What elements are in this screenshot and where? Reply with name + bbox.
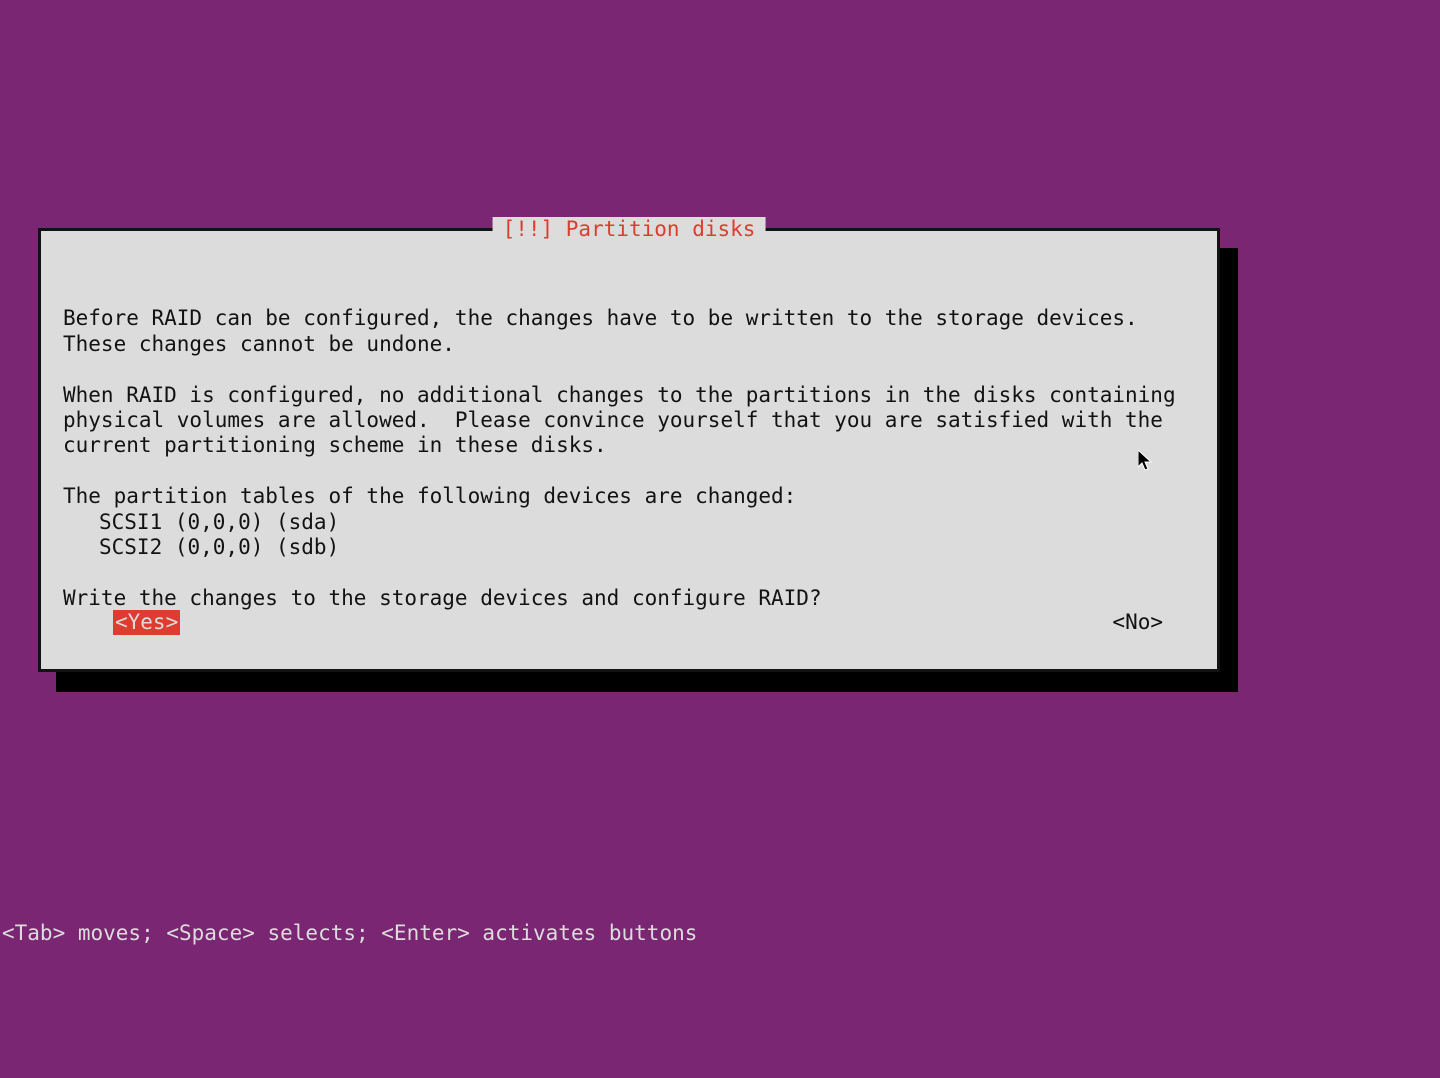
dialog-title-wrap: [!!] Partition disks bbox=[493, 217, 766, 242]
dialog-body: Before RAID can be configured, the chang… bbox=[63, 281, 1195, 637]
dialog-title-bang: [!!] bbox=[503, 217, 566, 241]
partition-disks-dialog: [!!] Partition disks Before RAID can be … bbox=[38, 228, 1220, 672]
dialog-button-row: <Yes> <No> bbox=[63, 610, 1195, 635]
key-hint-bar: <Tab> moves; <Space> selects; <Enter> ac… bbox=[0, 921, 1440, 946]
no-button[interactable]: <No> bbox=[1112, 610, 1163, 635]
yes-button[interactable]: <Yes> bbox=[113, 610, 180, 635]
dialog-paragraph-2: When RAID is configured, no additional c… bbox=[63, 383, 1188, 458]
dialog-paragraph-1: Before RAID can be configured, the chang… bbox=[63, 306, 1150, 355]
dialog-question: Write the changes to the storage devices… bbox=[63, 586, 822, 610]
changed-devices-intro: The partition tables of the following de… bbox=[63, 484, 796, 508]
dialog-title-text: Partition disks bbox=[566, 217, 756, 241]
changed-device: SCSI2 (0,0,0) (sdb) bbox=[63, 535, 339, 559]
changed-device: SCSI1 (0,0,0) (sda) bbox=[63, 510, 339, 534]
